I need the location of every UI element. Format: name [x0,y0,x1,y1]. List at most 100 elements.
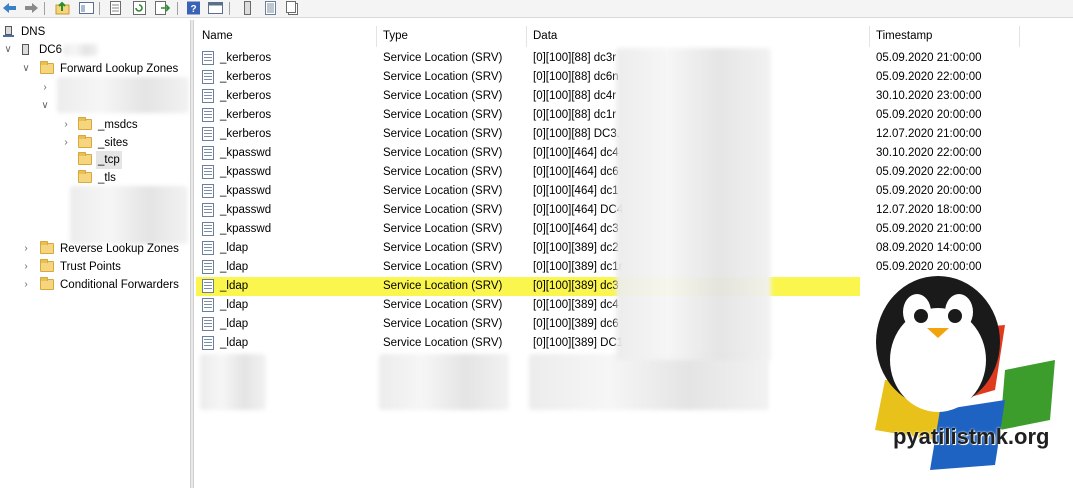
cell-name: _ldap [220,261,249,273]
cell-name: _kpasswd [220,223,272,235]
cell-type: Service Location (SRV) [383,109,503,121]
console-tree: DNS ∨ DC6 ∨ Forward Lookup Zones › ∨ › _… [0,20,190,488]
cell-data: [0][100][464] dc3 [533,223,619,235]
cell-type: Service Location (SRV) [383,337,503,349]
tree-item-conditional-forwarders[interactable]: › Conditional Forwarders [0,276,190,294]
tree-item-forward-lookup-zones[interactable]: ∨ Forward Lookup Zones [0,60,190,78]
redacted-record-types [379,354,509,410]
column-header-name[interactable]: Name [196,26,377,47]
toolbar: ? [0,0,1073,18]
cell-data: [0][100][88] DC3. [533,128,620,140]
cell-data: [0][100][389] dc1r [533,261,623,273]
tree-item-zone-expanded[interactable]: ∨ [0,97,190,115]
cell-type: Service Location (SRV) [383,280,503,292]
cell-type: Service Location (SRV) [383,128,503,140]
srv-record-icon [202,241,214,255]
srv-record-icon [202,127,214,141]
chevron-down-icon[interactable]: ∨ [40,97,50,115]
tree-item-trust-points[interactable]: › Trust Points [0,258,190,276]
cell-name: _kerberos [220,109,272,121]
chevron-right-icon[interactable]: › [40,79,50,97]
srv-record-icon [202,51,214,65]
redacted-host-names [616,48,771,360]
properties-icon[interactable] [108,1,123,15]
srv-record-icon [202,279,214,293]
cell-name: _ldap [220,318,249,330]
cell-timestamp: 05.09.2020 22:00:00 [876,166,982,178]
chevron-right-icon[interactable]: › [21,240,31,258]
tree-item-tcp[interactable]: _tcp [0,151,190,169]
tree-label-dns: DNS [21,26,46,38]
cell-type: Service Location (SRV) [383,204,503,216]
cell-name: _kpasswd [220,204,272,216]
tree-item-reverse-lookup-zones[interactable]: › Reverse Lookup Zones [0,240,190,258]
srv-record-icon [202,203,214,217]
forward-icon[interactable] [24,1,39,15]
chevron-right-icon[interactable]: › [21,258,31,276]
tree-label-conditional-forwarders: Conditional Forwarders [60,279,179,291]
watermark-text: pyatilistmk.org [893,424,1050,449]
up-folder-icon[interactable] [55,1,70,15]
srv-record-icon [202,165,214,179]
tree-item-zone-collapsed[interactable]: › [0,77,190,113]
cell-data: [0][100][389] dc6 [533,318,619,330]
tree-label-tcp: _tcp [96,151,122,169]
console-view-icon[interactable] [208,1,223,15]
column-header-data[interactable]: Data [527,26,870,47]
cell-data: [0][100][389] dc3 [533,280,619,292]
cell-timestamp: 05.09.2020 21:00:00 [876,223,982,235]
cell-type: Service Location (SRV) [383,242,503,254]
cell-timestamp: 12.07.2020 18:00:00 [876,204,982,216]
cell-name: _kerberos [220,71,272,83]
tree-item-server[interactable]: ∨ DC6 [0,41,190,59]
cell-data: [0][100][464] DC4 [533,204,624,216]
cell-type: Service Location (SRV) [383,261,503,273]
cell-name: _ldap [220,242,249,254]
tree-label-server: DC6 [39,44,63,56]
export-list-icon[interactable] [155,1,171,15]
cell-name: _ldap [220,280,249,292]
chevron-right-icon[interactable]: › [61,116,71,134]
folder-icon [40,277,54,290]
server-icon[interactable] [240,1,255,15]
chevron-down-icon[interactable]: ∨ [21,60,31,78]
column-header-timestamp[interactable]: Timestamp [870,26,1020,47]
srv-record-icon [202,260,214,274]
cell-type: Service Location (SRV) [383,318,503,330]
cell-type: Service Location (SRV) [383,52,503,64]
show-hide-tree-icon[interactable] [79,1,94,15]
folder-icon [78,170,92,183]
back-icon[interactable] [2,1,17,15]
chevron-right-icon[interactable]: › [21,276,31,294]
cell-type: Service Location (SRV) [383,223,503,235]
folder-icon [40,259,54,272]
tree-item-tls[interactable]: _tls [0,169,190,187]
srv-record-icon [202,70,214,84]
tree-label-forward-lookup-zones: Forward Lookup Zones [60,63,179,75]
cell-type: Service Location (SRV) [383,71,503,83]
tree-item-sites[interactable]: › _sites [0,134,190,152]
cell-type: Service Location (SRV) [383,185,503,197]
cell-type: Service Location (SRV) [383,299,503,311]
chevron-down-icon[interactable]: ∨ [3,41,13,59]
tree-item-msdcs[interactable]: › _msdcs [0,116,190,134]
srv-record-icon [202,146,214,160]
chevron-right-icon[interactable]: › [61,134,71,152]
cell-name: _kerberos [220,128,272,140]
srv-record-icon [202,108,214,122]
tree-label-msdcs: _msdcs [98,119,138,131]
help-icon[interactable]: ? [186,1,201,15]
record-icon[interactable] [285,1,300,15]
column-header-type[interactable]: Type [377,26,527,47]
pane-splitter[interactable] [190,20,194,488]
folder-icon [78,152,92,165]
refresh-icon[interactable] [132,1,147,15]
cell-data: [0][100][88] dc1r [533,109,617,121]
redacted-text [63,44,98,56]
cell-name: _kerberos [220,52,272,64]
tree-item-dns[interactable]: DNS [3,23,183,41]
zone-icon[interactable] [263,1,278,15]
folder-icon [78,117,92,130]
cell-timestamp: 12.07.2020 21:00:00 [876,128,982,140]
tree-label-sites: _sites [98,137,129,149]
